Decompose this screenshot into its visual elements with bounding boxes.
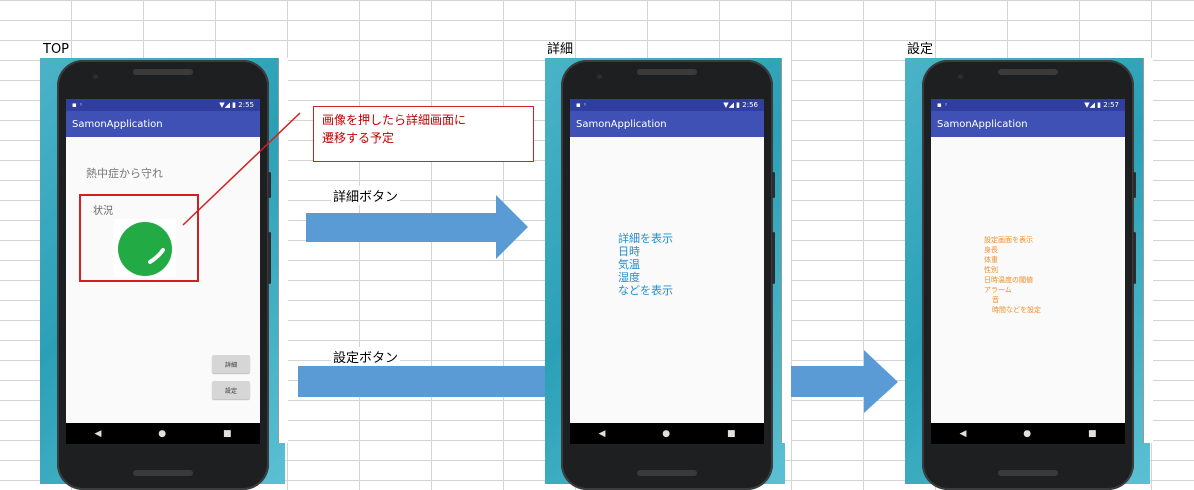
detail-arrow [306,195,528,259]
app-title: SamonApplication [937,118,1028,130]
label-top: TOP [41,42,72,58]
detail-content: 詳細を表示 日時 気温 湿度 などを表示 [618,232,673,297]
recent-apps-icon[interactable]: ■ [223,429,232,439]
home-icon[interactable]: ● [158,429,166,439]
label-detail: 詳細 [545,42,576,58]
status-bar: ▪ ◦ ▼◢ ▮ 2:57 [931,99,1125,111]
screen-settings: ▪ ◦ ▼◢ ▮ 2:57 SamonApplication 設定画面を表示 身… [931,99,1125,444]
settings-line: 身長 [984,246,998,254]
callout-line-1: 画像を押したら詳細画面に [322,113,467,127]
status-time: 2:56 [742,101,758,109]
settings-line: 設定画面を表示 [984,236,1033,244]
recent-apps-icon[interactable]: ■ [1088,429,1097,439]
signal-icon: ▼◢ ▮ [1084,101,1102,109]
app-bar: SamonApplication [570,111,764,137]
detail-line: 詳細を表示 [618,232,673,245]
detail-button[interactable]: 詳細 [212,355,250,373]
detail-line: などを表示 [618,284,673,297]
detail-line: 日時 [618,245,640,258]
speaker [133,69,193,75]
callout-line-2: 遷移する予定 [322,131,395,145]
notification-icon: ▪ ◦ [937,101,949,109]
volume-button [268,232,271,284]
recent-apps-icon[interactable]: ■ [727,429,736,439]
settings-content: 設定画面を表示 身長 体重 性別 日時温度の閾値 アラーム 音 時間などを設定 [984,235,1041,315]
settings-line: 日時温度の閾値 [984,276,1033,284]
camera [93,74,98,79]
settings-line: 体重 [984,256,998,264]
back-icon[interactable]: ◀ [94,429,101,439]
detail-line: 気温 [618,258,640,271]
label-settings: 設定 [905,42,936,58]
callout-box: 画像を押したら詳細画面に 遷移する予定 [313,106,534,162]
app-title: SamonApplication [72,118,163,130]
home-icon[interactable]: ● [662,429,670,439]
nav-bar: ◀ ● ■ [66,423,260,444]
back-icon[interactable]: ◀ [959,429,966,439]
signal-icon: ▼◢ ▮ [219,101,237,109]
app-title: SamonApplication [576,118,667,130]
notification-icon: ▪ ◦ [72,101,84,109]
notification-icon: ▪ ◦ [576,101,588,109]
status-time: 2:55 [238,101,254,109]
screen-detail: ▪ ◦ ▼◢ ▮ 2:56 SamonApplication 詳細を表示 日時 … [570,99,764,444]
status-bar: ▪ ◦ ▼◢ ▮ 2:56 [570,99,764,111]
heading-text: 熱中症から守れ [86,167,163,180]
home-icon[interactable]: ● [1023,429,1031,439]
status-time: 2:57 [1103,101,1119,109]
nav-bar: ◀ ● ■ [570,423,764,444]
app-bar: SamonApplication [931,111,1125,137]
settings-line: アラーム [984,286,1012,294]
back-icon[interactable]: ◀ [598,429,605,439]
signal-icon: ▼◢ ▮ [723,101,741,109]
settings-line: 時間などを設定 [992,306,1041,314]
settings-line: 音 [992,296,999,304]
callout-connector [182,112,301,226]
nav-bar: ◀ ● ■ [931,423,1125,444]
settings-line: 性別 [984,266,998,274]
settings-button[interactable]: 設定 [212,381,250,399]
detail-line: 湿度 [618,271,640,284]
